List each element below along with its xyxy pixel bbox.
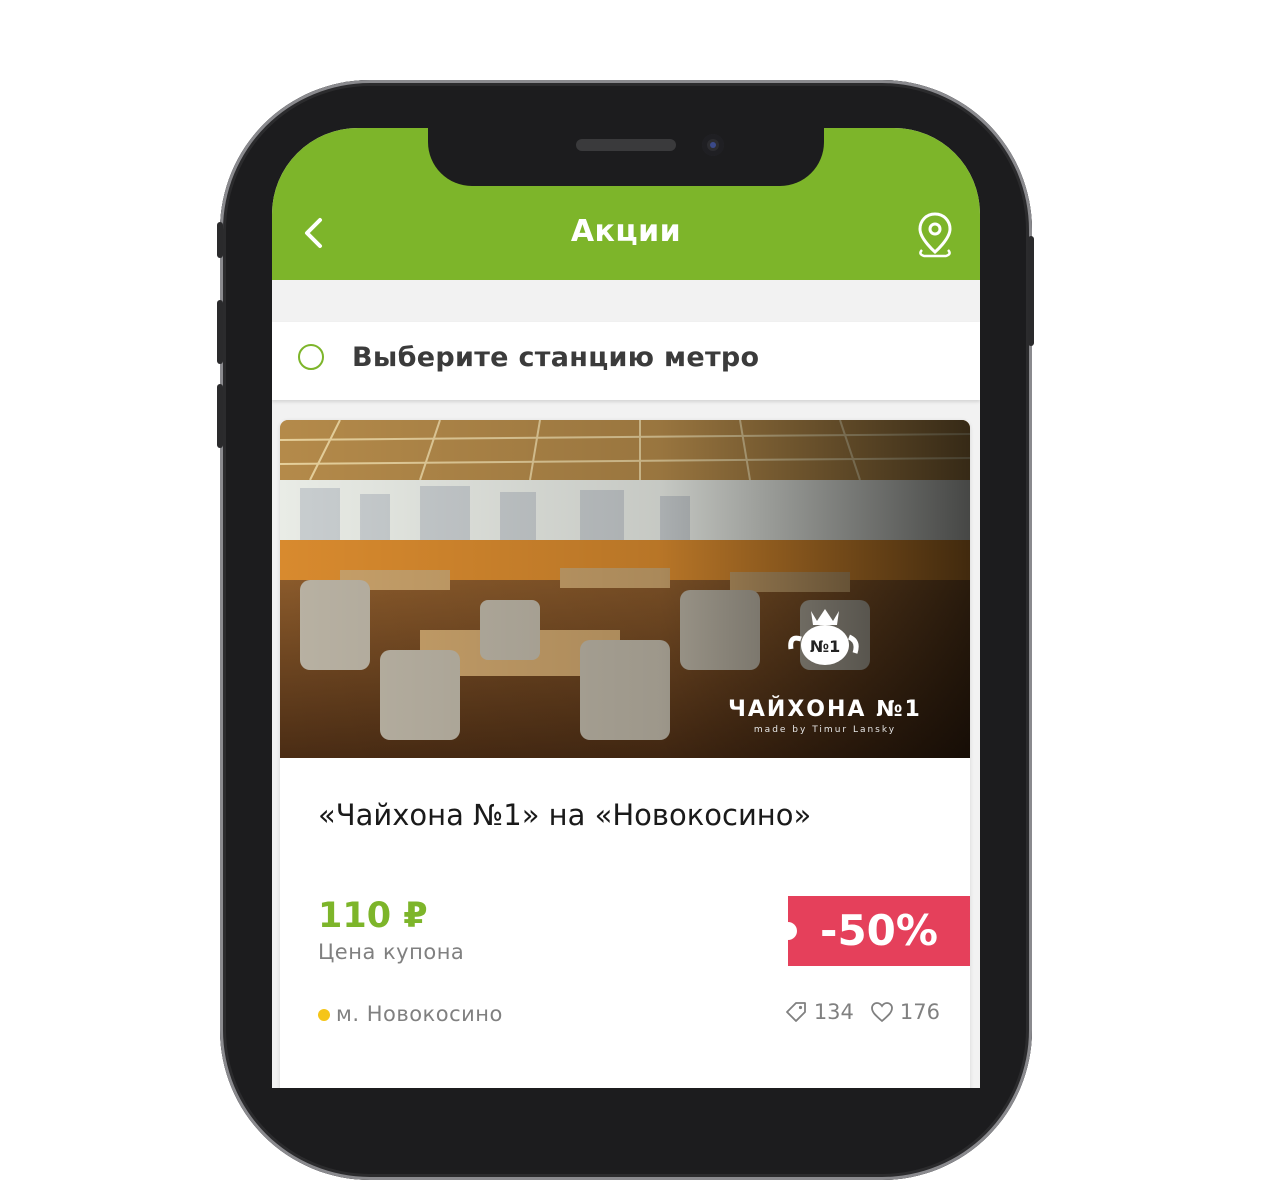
discount-badge: -50% bbox=[779, 896, 970, 966]
radio-circle-icon bbox=[298, 344, 324, 370]
mute-switch bbox=[217, 222, 223, 258]
tag-icon bbox=[785, 1002, 806, 1022]
location-pin-icon[interactable] bbox=[914, 210, 956, 260]
coupon-price: 110 ₽ bbox=[318, 896, 428, 936]
metro-station-selector[interactable]: Выберите станцию метро bbox=[272, 322, 980, 400]
power-button bbox=[1028, 236, 1034, 346]
svg-text:№1: №1 bbox=[810, 637, 840, 656]
deal-stats: 134 176 bbox=[784, 1000, 940, 1024]
logo-subtext: made by Timur Lansky bbox=[754, 725, 896, 735]
restaurant-photo: №1 ЧАЙХОНА №1 made by Timur Lansky bbox=[280, 420, 970, 758]
deal-card[interactable]: №1 ЧАЙХОНА №1 made by Timur Lansky «Чайх… bbox=[280, 420, 970, 1088]
front-camera bbox=[702, 134, 724, 156]
deal-title: «Чайхона №1» на «Новокосино» bbox=[318, 798, 812, 832]
deal-footer: м. Новокосино 134 176 bbox=[318, 1000, 940, 1030]
likes-count: 176 bbox=[899, 1000, 940, 1024]
camera-notch bbox=[428, 120, 824, 186]
coupons-count: 134 bbox=[813, 1000, 854, 1024]
badge-notch bbox=[779, 922, 797, 940]
earpiece-speaker bbox=[576, 139, 676, 151]
coupon-price-caption: Цена купона bbox=[318, 940, 465, 964]
metro-line-dot-icon bbox=[318, 1009, 330, 1021]
heart-icon[interactable] bbox=[870, 1000, 894, 1024]
logo-wordmark: ЧАЙХОНА №1 bbox=[728, 696, 922, 722]
page-title: Акции bbox=[570, 214, 682, 249]
discount-value: -50% bbox=[820, 906, 938, 955]
metro-station-name: м. Новокосино bbox=[336, 1002, 503, 1026]
metro-station-placeholder: Выберите станцию метро bbox=[352, 342, 760, 373]
volume-up-button bbox=[217, 300, 223, 364]
phone-screen: Акции Выберите станцию метро №1 ЧАЙХОНА … bbox=[272, 128, 980, 1088]
volume-down-button bbox=[217, 384, 223, 448]
